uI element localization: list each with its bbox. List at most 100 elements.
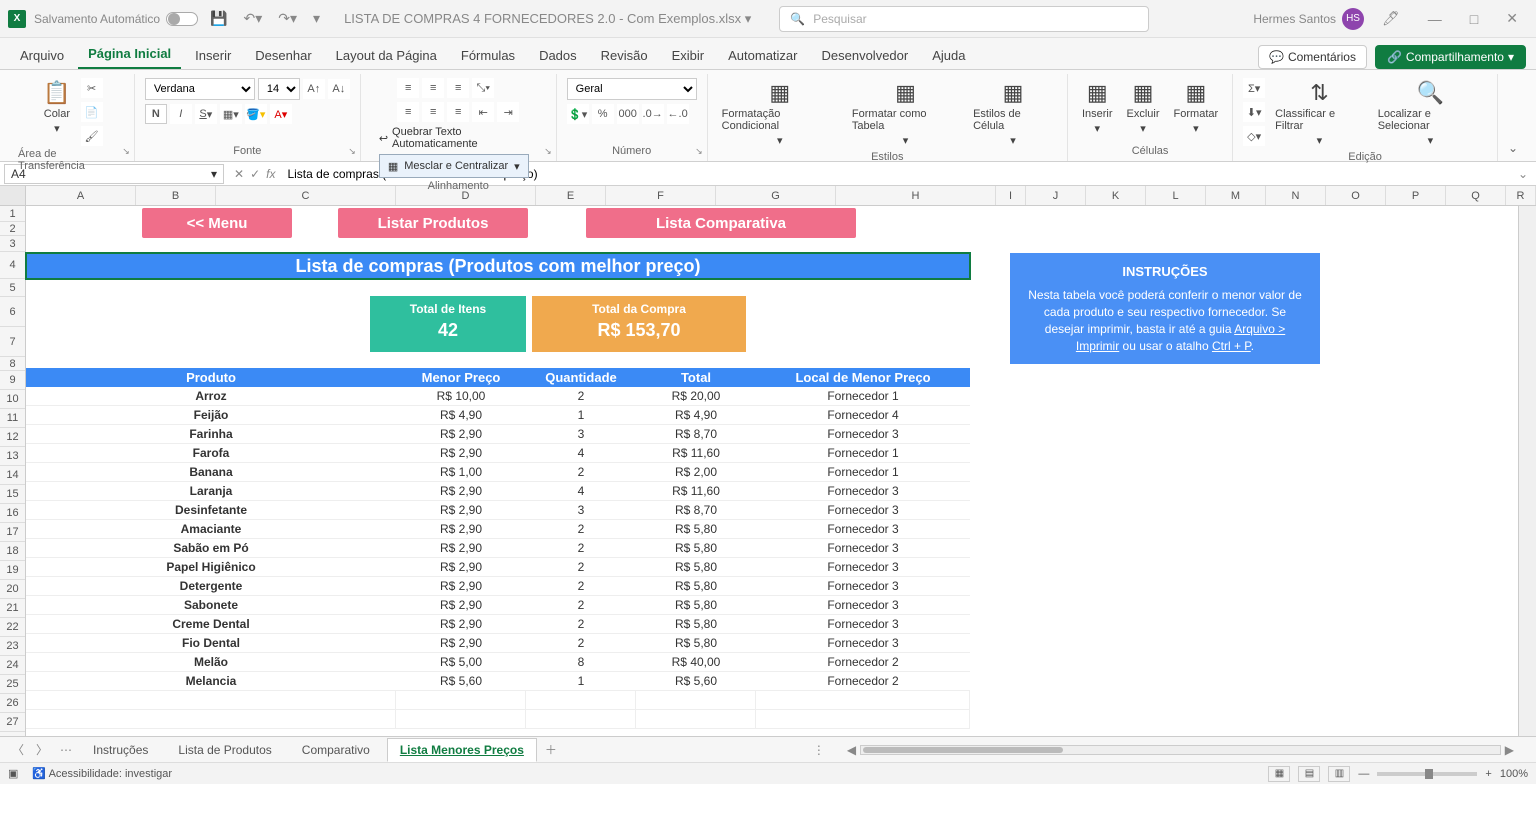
cell-menor-preco[interactable]: R$ 5,60 (396, 672, 526, 691)
cell-total[interactable]: R$ 5,80 (636, 577, 756, 596)
italic-button[interactable]: I (170, 104, 192, 124)
save-icon[interactable]: 💾 (206, 8, 231, 29)
cell-produto[interactable]: Desinfetante (26, 501, 396, 520)
redo-icon[interactable]: ↷▾ (274, 8, 301, 29)
row-header[interactable]: 26 (0, 694, 25, 713)
row-header[interactable]: 22 (0, 618, 25, 637)
new-sheet-icon[interactable]: ＋ (541, 741, 561, 758)
empty-cell[interactable] (526, 691, 636, 710)
clear-icon[interactable]: ◇▾ (1243, 126, 1265, 146)
row-header[interactable]: 8 (0, 357, 25, 371)
align-bottom-icon[interactable]: ≡ (447, 78, 469, 98)
find-select-button[interactable]: 🔍Localizar e Selecionar▾ (1374, 78, 1487, 149)
underline-button[interactable]: S▾ (195, 104, 217, 124)
cell-total[interactable]: R$ 5,80 (636, 634, 756, 653)
sheet-all-icon[interactable]: ⋯ (56, 743, 76, 757)
row-header[interactable]: 15 (0, 485, 25, 504)
cell-quantidade[interactable]: 2 (526, 539, 636, 558)
minimize-icon[interactable]: — (1418, 7, 1452, 31)
cell-total[interactable]: R$ 5,80 (636, 539, 756, 558)
expand-formula-bar-icon[interactable]: ⌄ (1510, 167, 1536, 181)
sheet-nav-next-icon[interactable]: 〉 (32, 741, 52, 758)
tab-automatizar[interactable]: Automatizar (718, 42, 807, 69)
increase-font-icon[interactable]: A↑ (303, 79, 325, 99)
sheet-tab-active[interactable]: Lista Menores Preços (387, 738, 537, 762)
cell-total[interactable]: R$ 5,80 (636, 558, 756, 577)
undo-icon[interactable]: ↶▾ (240, 8, 267, 29)
menu-button[interactable]: << Menu (142, 208, 292, 238)
empty-cell[interactable] (526, 710, 636, 729)
borders-icon[interactable]: ▦▾ (220, 104, 242, 124)
cell-menor-preco[interactable]: R$ 2,90 (396, 444, 526, 463)
cell-quantidade[interactable]: 2 (526, 520, 636, 539)
row-header[interactable]: 20 (0, 580, 25, 599)
cell-total[interactable]: R$ 20,00 (636, 387, 756, 406)
row-header[interactable]: 27 (0, 713, 25, 732)
cell-local[interactable]: Fornecedor 3 (756, 501, 970, 520)
grid[interactable]: 1234567891011121314151617181920212223242… (0, 206, 1536, 736)
col-header[interactable]: L (1146, 186, 1206, 205)
cell-quantidade[interactable]: 2 (526, 596, 636, 615)
format-cells-button[interactable]: ▦Formatar▾ (1170, 78, 1223, 137)
cell-menor-preco[interactable]: R$ 2,90 (396, 577, 526, 596)
percent-icon[interactable]: % (592, 104, 614, 124)
format-painter-icon[interactable]: 🖌 (81, 126, 103, 146)
cell-local[interactable]: Fornecedor 2 (756, 653, 970, 672)
record-macro-icon[interactable]: ▣ (8, 767, 18, 780)
maximize-icon[interactable]: □ (1460, 7, 1488, 31)
conditional-formatting-button[interactable]: ▦Formatação Condicional▾ (718, 78, 842, 149)
lista-comparativa-button[interactable]: Lista Comparativa (586, 208, 856, 238)
cell-quantidade[interactable]: 1 (526, 406, 636, 425)
cell-produto[interactable]: Feijão (26, 406, 396, 425)
cell-local[interactable]: Fornecedor 3 (756, 539, 970, 558)
tab-desenhar[interactable]: Desenhar (245, 42, 321, 69)
cell-local[interactable]: Fornecedor 2 (756, 672, 970, 691)
cell-total[interactable]: R$ 5,80 (636, 615, 756, 634)
empty-cell[interactable] (756, 710, 970, 729)
cell-produto[interactable]: Amaciante (26, 520, 396, 539)
merge-center-button[interactable]: ▦ Mesclar e Centralizar ▾ (379, 154, 529, 178)
copy-icon[interactable]: 📄 (81, 102, 103, 122)
tab-ajuda[interactable]: Ajuda (922, 42, 975, 69)
empty-cell[interactable] (26, 710, 396, 729)
cell-produto[interactable]: Melancia (26, 672, 396, 691)
row-header[interactable]: 24 (0, 656, 25, 675)
cell-local[interactable]: Fornecedor 3 (756, 596, 970, 615)
cell-total[interactable]: R$ 5,80 (636, 596, 756, 615)
cell-total[interactable]: R$ 4,90 (636, 406, 756, 425)
select-all-corner[interactable] (0, 186, 26, 205)
cell-total[interactable]: R$ 2,00 (636, 463, 756, 482)
qat-dropdown-icon[interactable]: ▾ (309, 8, 324, 29)
cell-local[interactable]: Fornecedor 3 (756, 520, 970, 539)
row-header[interactable]: 25 (0, 675, 25, 694)
cell-quantidade[interactable]: 8 (526, 653, 636, 672)
zoom-slider[interactable] (1377, 772, 1477, 776)
cell-local[interactable]: Fornecedor 3 (756, 634, 970, 653)
col-header[interactable]: K (1086, 186, 1146, 205)
row-header[interactable]: 18 (0, 542, 25, 561)
align-center-icon[interactable]: ≡ (422, 102, 444, 122)
cell-local[interactable]: Fornecedor 1 (756, 444, 970, 463)
row-header[interactable]: 17 (0, 523, 25, 542)
number-launcher-icon[interactable]: ↘ (695, 146, 703, 157)
fx-confirm-icon[interactable]: ✓ (250, 167, 260, 181)
fill-color-icon[interactable]: 🪣▾ (245, 104, 267, 124)
tab-revisao[interactable]: Revisão (591, 42, 658, 69)
col-header[interactable]: G (716, 186, 836, 205)
cell-menor-preco[interactable]: R$ 2,90 (396, 539, 526, 558)
zoom-in-icon[interactable]: + (1485, 768, 1491, 780)
decrease-indent-icon[interactable]: ⇤ (472, 102, 494, 122)
col-header[interactable]: R (1506, 186, 1536, 205)
cell-menor-preco[interactable]: R$ 2,90 (396, 501, 526, 520)
format-as-table-button[interactable]: ▦Formatar como Tabela▾ (848, 78, 963, 149)
sheet-tab[interactable]: Comparativo (289, 738, 383, 762)
col-header[interactable]: B (136, 186, 216, 205)
font-name-select[interactable]: Verdana (145, 78, 255, 100)
empty-cell[interactable] (636, 691, 756, 710)
vertical-scrollbar[interactable] (1518, 206, 1536, 736)
cell-total[interactable]: R$ 11,60 (636, 444, 756, 463)
listar-produtos-button[interactable]: Listar Produtos (338, 208, 528, 238)
filename[interactable]: LISTA DE COMPRAS 4 FORNECEDORES 2.0 - Co… (344, 11, 751, 27)
page-layout-view-icon[interactable]: ▤ (1298, 766, 1320, 782)
cell-total[interactable]: R$ 11,60 (636, 482, 756, 501)
